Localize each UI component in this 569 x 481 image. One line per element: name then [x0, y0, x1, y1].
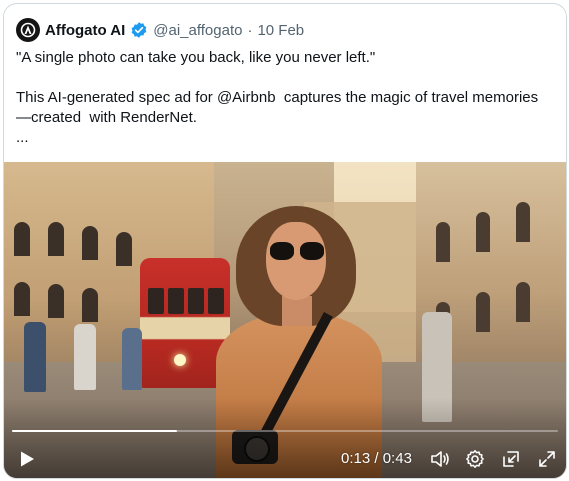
video-controls: 0:13 / 0:43 [4, 446, 566, 472]
video-progress-fill [12, 430, 177, 432]
post-date[interactable]: 10 Feb [257, 22, 304, 39]
video-player[interactable]: 0:13 / 0:43 [4, 162, 566, 478]
video-frame-woman-neck [282, 296, 312, 326]
video-frame-pedestrian [24, 322, 46, 392]
post-text-line: This AI-generated spec ad for @Airbnb ca… [16, 89, 539, 106]
video-duration: 0:43 [382, 450, 412, 467]
video-time-separator: / [374, 450, 379, 467]
video-current-time: 0:13 [341, 450, 371, 467]
video-frame-pedestrian [74, 324, 96, 390]
separator-dot: · [247, 21, 253, 39]
settings-gear-icon[interactable] [465, 449, 485, 469]
video-frame-woman-face [266, 222, 326, 300]
picture-in-picture-icon[interactable] [501, 449, 521, 469]
post-text-line: "A single photo can take you back, like … [16, 49, 376, 66]
fullscreen-icon[interactable] [537, 449, 557, 469]
avatar[interactable] [16, 18, 40, 42]
play-icon[interactable] [18, 450, 36, 468]
affogato-logo-icon [20, 22, 36, 38]
verified-badge-icon [130, 21, 148, 39]
video-time: 0:13 / 0:43 [341, 450, 412, 467]
video-frame-pedestrian [122, 328, 142, 390]
author-name[interactable]: Affogato AI [45, 22, 125, 39]
show-more-ellipsis[interactable]: ... [16, 128, 556, 148]
post-header: Affogato AI @ai_affogato · 10 Feb [16, 18, 304, 42]
video-frame-sunglasses [270, 242, 324, 260]
volume-icon[interactable] [430, 449, 450, 469]
post-card[interactable]: Affogato AI @ai_affogato · 10 Feb "A sin… [3, 3, 567, 479]
post-text: "A single photo can take you back, like … [16, 48, 556, 148]
video-progress-bar[interactable] [12, 430, 558, 432]
post-text-spacer [16, 68, 556, 88]
post-text-line: —created with RenderNet. [16, 109, 197, 126]
author-handle[interactable]: @ai_affogato [153, 22, 242, 39]
